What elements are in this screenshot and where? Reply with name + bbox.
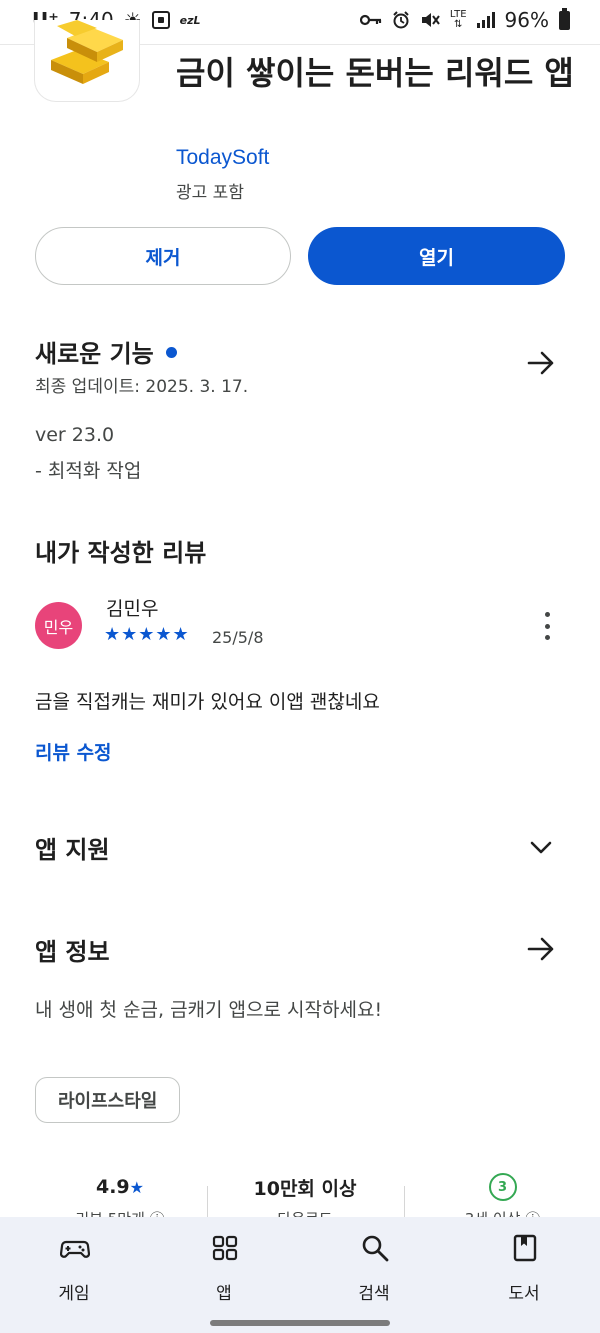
rating-star-icon: ★ [129, 1177, 144, 1197]
lte-icon: LTE ⇅ [449, 9, 467, 30]
more-options-icon[interactable] [538, 612, 556, 640]
ads-notice: 광고 포함 [176, 183, 244, 203]
last-updated: 최종 업데이트: 2025. 3. 17. [35, 377, 249, 397]
whats-new-title: 새로운 기능 [35, 340, 154, 368]
new-indicator-dot [165, 346, 177, 358]
my-review-title: 내가 작성한 리뷰 [35, 539, 207, 567]
app-title: 금이 쌓이는 돈버는 리워드 앱 [176, 54, 574, 92]
category-chip[interactable]: 라이프스타일 [35, 1077, 181, 1123]
version-text: ver 23.0 [35, 424, 115, 446]
app-info-arrow-icon[interactable] [524, 932, 558, 966]
whats-new-arrow-icon[interactable] [524, 346, 558, 380]
alarm-icon [393, 11, 409, 29]
app-info-title[interactable]: 앱 정보 [35, 932, 110, 967]
review-text: 금을 직접캐는 재미가 있어요 이앱 괜찮네요 [35, 691, 380, 713]
nav-games-label: 게임 [58, 1284, 90, 1304]
review-date: 25/5/8 [212, 628, 264, 647]
whats-new-header[interactable]: 새로운 기능 [35, 334, 177, 369]
mute-icon [421, 13, 440, 27]
edit-review-link[interactable]: 리뷰 수정 [35, 738, 112, 765]
key-icon [359, 14, 382, 26]
gamepad-icon [60, 1240, 90, 1258]
status-right: LTE ⇅ 96% [359, 7, 570, 32]
bottom-navigation: 게임 앱 검색 도서 [0, 1217, 600, 1333]
uninstall-button[interactable]: 제거 [35, 227, 291, 285]
app-support-title[interactable]: 앱 지원 [35, 830, 110, 865]
chevron-down-icon[interactable] [528, 836, 554, 858]
screen-record-icon [151, 11, 170, 29]
open-button[interactable]: 열기 [308, 227, 565, 285]
signal-icon [476, 12, 495, 28]
review-stars: ★★★★★ [104, 624, 190, 645]
nav-search-label: 검색 [358, 1284, 390, 1304]
battery-percent: 96% [504, 8, 549, 32]
gold-bars-icon [34, 20, 140, 102]
ezl-icon: ezL [179, 13, 201, 27]
nav-books-label: 도서 [508, 1284, 540, 1304]
battery-icon [559, 7, 570, 30]
downloads-value: 10만회 이상 [253, 1177, 357, 1200]
lte-label: LTE [449, 9, 467, 20]
nav-apps-label: 앱 [216, 1284, 232, 1304]
app-description: 내 생애 첫 순금, 금캐기 앱으로 시작하세요! [35, 999, 383, 1021]
developer-link[interactable]: TodaySoft [176, 146, 269, 170]
avatar: 민우 [35, 602, 82, 649]
age-rating-badge: 3 [488, 1173, 517, 1201]
apps-grid-icon [212, 1235, 238, 1261]
rating-value: 4.9 [95, 1176, 130, 1198]
search-icon [362, 1235, 389, 1262]
update-note: - 최적화 작업 [35, 460, 142, 482]
reviewer-name: 김민우 [106, 598, 159, 620]
home-gesture-bar[interactable] [210, 1320, 390, 1326]
book-icon [513, 1234, 537, 1262]
